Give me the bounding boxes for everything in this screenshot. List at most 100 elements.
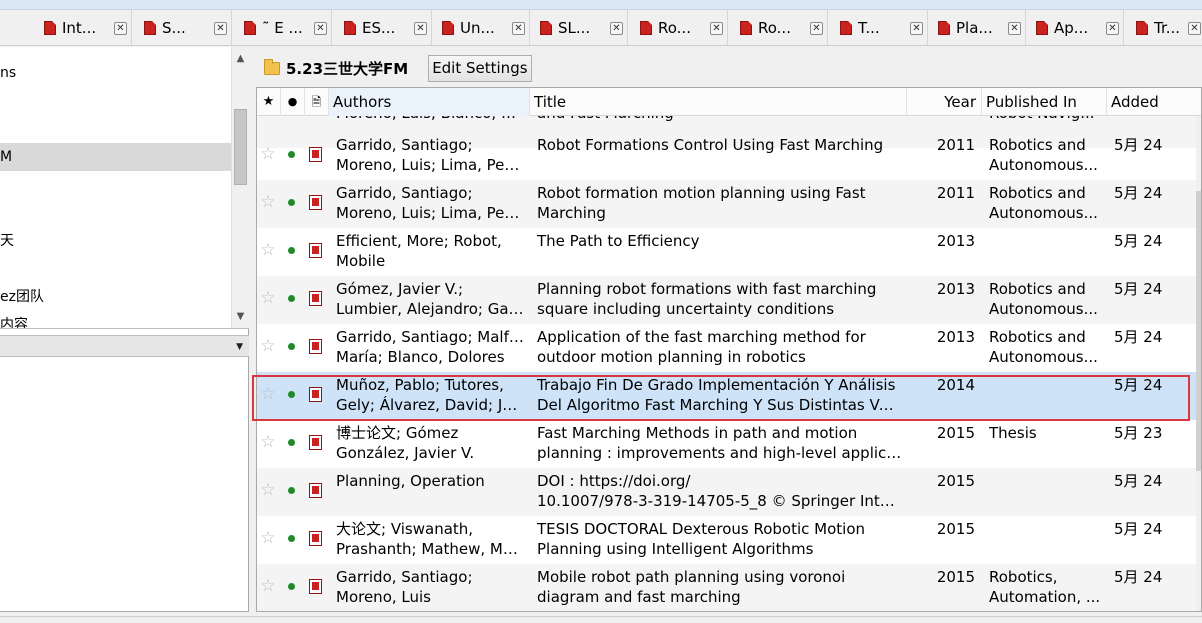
close-icon[interactable]: ✕ [710, 22, 723, 35]
table-row[interactable]: ☆ Muñoz, Pablo; Tutores, Gely; Álvarez, Da… [257, 372, 1201, 420]
pdf-attachment-icon[interactable] [309, 435, 322, 450]
tab-pdf-5[interactable]: SL... ✕ [530, 10, 628, 45]
star-icon[interactable]: ☆ [260, 576, 276, 596]
tab-pdf-10[interactable]: Ap... ✕ [1026, 10, 1124, 45]
column-header-attachment[interactable]: 🗎 [305, 88, 329, 116]
tag-selector-bar[interactable]: ▼ [0, 335, 249, 357]
column-header-year[interactable]: Year [907, 88, 982, 116]
collection-item[interactable] [0, 171, 231, 199]
scroll-thumb[interactable] [234, 109, 247, 185]
chevron-down-icon[interactable]: ▼ [236, 342, 243, 352]
close-icon[interactable]: ✕ [114, 22, 127, 35]
star-icon[interactable]: ☆ [260, 384, 276, 404]
star-icon[interactable]: ☆ [260, 144, 276, 164]
tab-pdf-2[interactable]: ˜ E ... ✕ [234, 10, 332, 45]
cell-authors-line: Moreno, Luis; Lima, Ped... [336, 156, 526, 174]
cell-title: Robot Formations Control Using Fast Marc… [537, 135, 902, 155]
tab-pdf-11[interactable]: Tr... ✕ [1126, 10, 1202, 45]
cell-authors-line: Planning, Operation [336, 472, 485, 490]
table-scroll-thumb[interactable] [1196, 191, 1201, 471]
cell-authors: Moreno, Luis; Blanco, D... [336, 116, 526, 123]
pdf-attachment-icon[interactable] [309, 483, 322, 498]
tab-pdf-9[interactable]: Pla... ✕ [928, 10, 1026, 45]
table-row[interactable]: ☆ Garrido, Santiago; Moreno, Luis; Lima, P… [257, 132, 1201, 180]
cell-year: 2013 [936, 280, 975, 298]
pdf-attachment-icon[interactable] [309, 531, 322, 546]
pdf-attachment-icon[interactable] [309, 339, 322, 354]
column-header-title[interactable]: Title [530, 88, 907, 116]
scroll-up-icon[interactable]: ▲ [232, 51, 249, 67]
pdf-icon [1036, 21, 1048, 35]
pdf-attachment-icon[interactable] [309, 579, 322, 594]
cell-authors-line: Gómez, Javier V.; [336, 280, 464, 298]
collection-item[interactable]: M [0, 143, 231, 171]
pdf-attachment-icon[interactable] [309, 243, 322, 258]
column-header-status[interactable]: ● [281, 88, 305, 116]
table-scrollbar[interactable] [1196, 116, 1201, 611]
column-header-star[interactable]: ★ [257, 88, 281, 116]
cell-authors-line: Moreno, Luis; Blanco, D... [336, 116, 526, 123]
pdf-attachment-icon[interactable] [309, 291, 322, 306]
tab-pdf-6[interactable]: Ro... ✕ [630, 10, 728, 45]
tab-pdf-3[interactable]: ES... ✕ [334, 10, 432, 45]
tab-pdf-4[interactable]: Un... ✕ [432, 10, 530, 45]
collection-item[interactable]: 天 [0, 227, 231, 255]
close-icon[interactable]: ✕ [214, 22, 227, 35]
close-icon[interactable]: ✕ [1188, 22, 1201, 35]
table-row[interactable]: ☆ 博士论文; Gómez González, Javier V. Fast Marc… [257, 420, 1201, 468]
table-row[interactable]: ☆ Garrido, Santiago; Moreno, Luis; Lima, P… [257, 180, 1201, 228]
scroll-down-icon[interactable]: ▼ [232, 309, 249, 325]
pdf-attachment-icon[interactable] [309, 387, 322, 402]
edit-settings-button[interactable]: Edit Settings [428, 54, 532, 82]
collection-item[interactable] [0, 115, 231, 143]
collection-item[interactable]: ez团队 [0, 283, 231, 311]
cell-year: 2014 [936, 376, 975, 394]
tab-label: Pla... [956, 19, 993, 37]
table-row[interactable]: ☆ Gómez, Javier V.; Lumbier, Alejandro; Ga… [257, 276, 1201, 324]
cell-title: The Path to Efficiency [537, 231, 902, 251]
close-icon[interactable]: ✕ [810, 22, 823, 35]
cell-authors-line: González, Javier V. [336, 444, 475, 462]
close-icon[interactable]: ✕ [512, 22, 525, 35]
table-row[interactable]: ☆ 大论文; Viswanath, Prashanth; Mathew, Manu T… [257, 516, 1201, 564]
table-row[interactable]: ☆ Garrido, Santiago; Malfaz, María; Blanco… [257, 324, 1201, 372]
cell-published-in-line: Robotics and [989, 136, 1086, 154]
close-icon[interactable]: ✕ [1008, 22, 1021, 35]
collection-item[interactable]: ns [0, 59, 231, 87]
star-icon[interactable]: ☆ [260, 288, 276, 308]
star-icon[interactable]: ☆ [260, 480, 276, 500]
collection-scrollbar[interactable]: ▲ ▼ [231, 47, 249, 328]
cell-published-in: Robotics and Autonomous... [989, 327, 1105, 367]
tab-label: Ro... [758, 19, 791, 37]
table-row[interactable]: ☆ Efficient, More; Robot, Mobile The Path t… [257, 228, 1201, 276]
column-header-authors[interactable]: Authors [329, 88, 530, 116]
collection-item[interactable] [0, 255, 231, 283]
star-icon[interactable]: ☆ [260, 192, 276, 212]
tab-pdf-8[interactable]: T... ✕ [830, 10, 928, 45]
star-icon[interactable]: ☆ [260, 336, 276, 356]
column-header-added[interactable]: Added [1107, 88, 1201, 116]
table-row[interactable]: ☆ Planning, Operation DOI : https://doi.or… [257, 468, 1201, 516]
close-icon[interactable]: ✕ [414, 22, 427, 35]
cell-title: and Fast Marching [537, 116, 902, 123]
collection-item[interactable]: 内容 [0, 311, 231, 328]
pdf-icon [540, 21, 552, 35]
table-row[interactable]: ☆ Garrido, Santiago; Moreno, Luis Mobile ro… [257, 564, 1201, 611]
tab-pdf-0[interactable]: Int... ✕ [34, 10, 132, 45]
pdf-attachment-icon[interactable] [309, 147, 322, 162]
collection-item[interactable] [0, 199, 231, 227]
column-header-published-in[interactable]: Published In [982, 88, 1107, 116]
star-icon[interactable]: ☆ [260, 528, 276, 548]
cell-added: 5月 24 [1114, 328, 1163, 346]
cell-authors-line: Moreno, Luis [336, 588, 431, 606]
tab-pdf-7[interactable]: Ro... ✕ [730, 10, 828, 45]
close-icon[interactable]: ✕ [610, 22, 623, 35]
star-icon[interactable]: ☆ [260, 432, 276, 452]
star-icon[interactable]: ☆ [260, 240, 276, 260]
collection-item[interactable] [0, 87, 231, 115]
pdf-attachment-icon[interactable] [309, 195, 322, 210]
close-icon[interactable]: ✕ [910, 22, 923, 35]
tab-pdf-1[interactable]: S... ✕ [134, 10, 232, 45]
close-icon[interactable]: ✕ [1106, 22, 1119, 35]
close-icon[interactable]: ✕ [314, 22, 327, 35]
